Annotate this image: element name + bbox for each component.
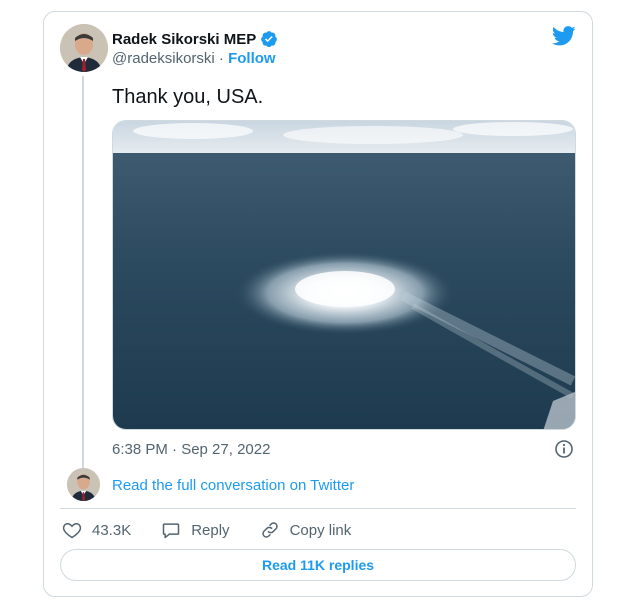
info-icon[interactable]	[554, 439, 574, 459]
speech-bubble-icon	[162, 523, 180, 539]
twitter-bird-icon[interactable]	[552, 26, 576, 46]
copy-link-button[interactable]: Copy link	[260, 520, 352, 540]
author-display-name[interactable]: Radek Sikorski MEP	[112, 31, 256, 48]
tweet-photo[interactable]	[112, 120, 576, 430]
reply-button[interactable]: Reply	[161, 520, 230, 540]
thread-line	[82, 76, 84, 468]
divider	[60, 508, 576, 509]
author-avatar[interactable]	[60, 24, 108, 72]
heart-icon	[62, 522, 82, 539]
read-conversation-link[interactable]: Read the full conversation on Twitter	[112, 477, 354, 494]
link-icon	[261, 522, 278, 538]
handle-separator: ·	[214, 50, 229, 67]
like-button[interactable]: 43.3K	[62, 520, 131, 540]
reply-label: Reply	[191, 521, 230, 539]
copy-link-label: Copy link	[289, 521, 352, 539]
like-count: 43.3K	[92, 521, 132, 539]
author-handle[interactable]: @radeksikorski	[112, 50, 215, 67]
read-replies-button[interactable]: Read 11K replies	[60, 549, 576, 581]
tweet-timestamp[interactable]: 6:38 PM · Sep 27, 2022	[112, 441, 270, 458]
tweet-text: Thank you, USA.	[112, 86, 264, 108]
tweet-actions: 43.3K Reply Copy link	[62, 520, 381, 540]
author-avatar-small[interactable]	[67, 468, 100, 501]
gas-leak-sea-photo	[113, 121, 575, 429]
follow-button[interactable]: Follow	[228, 50, 276, 67]
verified-badge-icon	[261, 31, 278, 48]
